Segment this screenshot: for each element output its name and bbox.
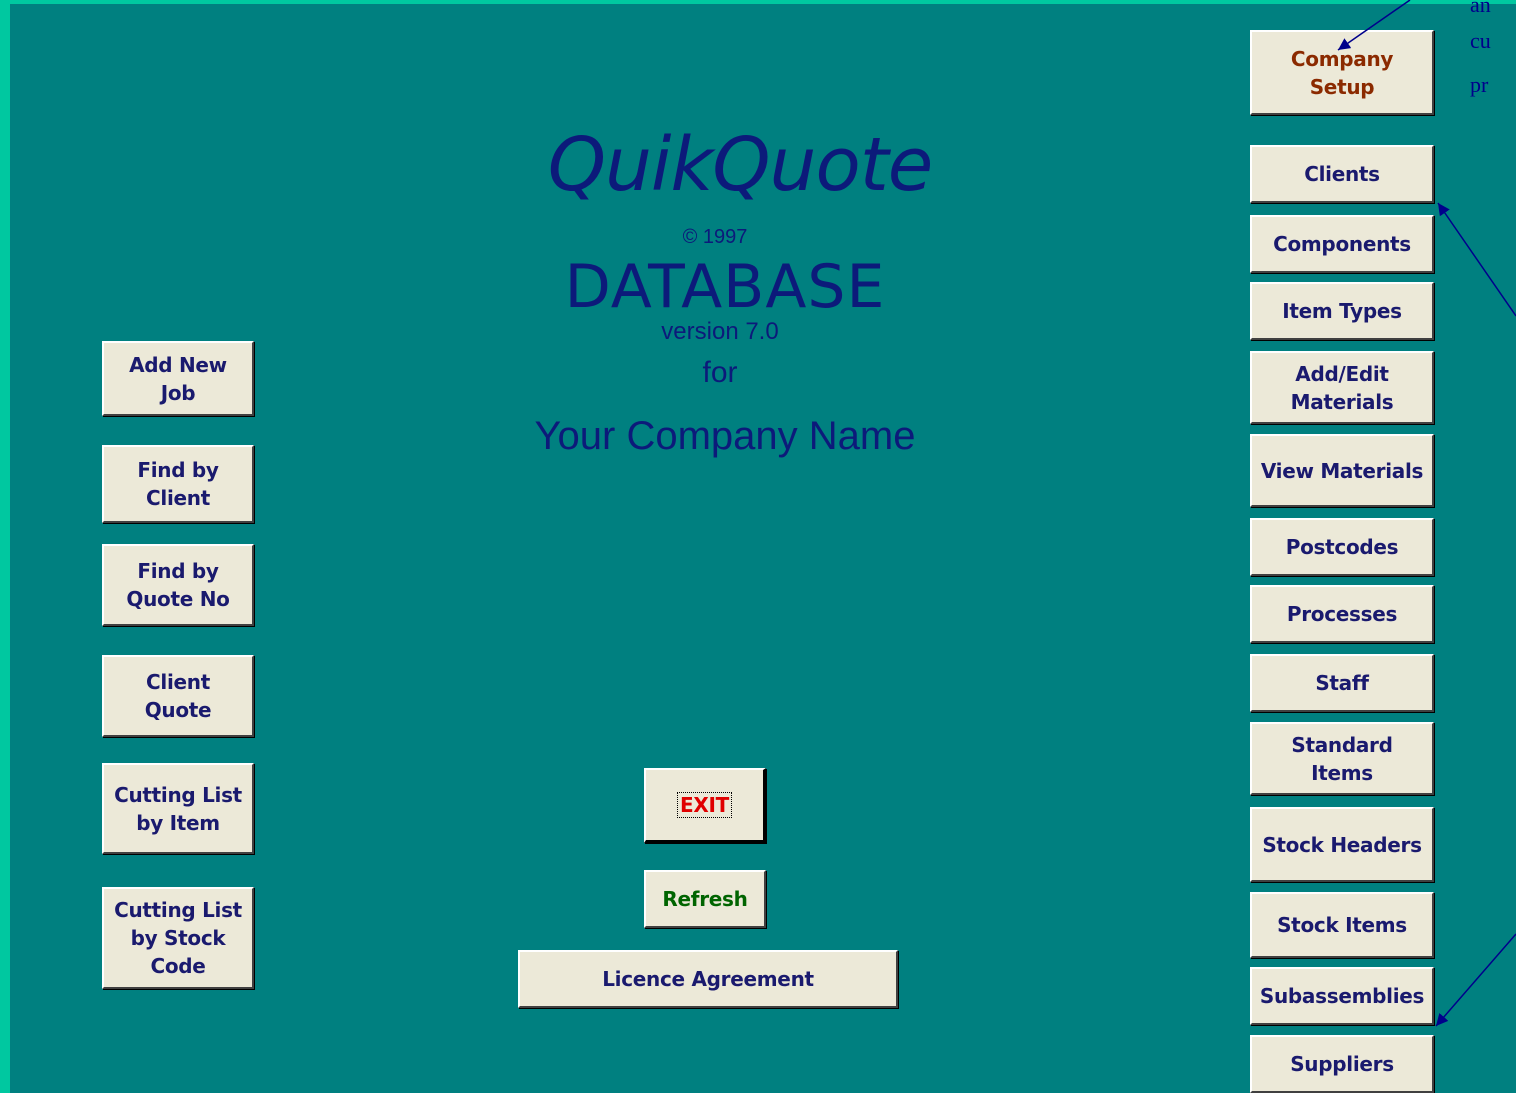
refresh-button[interactable]: Refresh xyxy=(644,870,766,928)
stock-items-label: Stock Items xyxy=(1277,913,1407,937)
annotation-line-3: pr xyxy=(1470,72,1489,97)
find-by-quote-no-button[interactable]: Find by Quote No xyxy=(102,544,254,626)
staff-button[interactable]: Staff xyxy=(1250,654,1434,712)
standard-items-button[interactable]: Standard Items xyxy=(1250,722,1434,795)
clients-label: Clients xyxy=(1304,162,1380,186)
licence-agreement-label: Licence Agreement xyxy=(602,967,814,991)
item-types-button[interactable]: Item Types xyxy=(1250,282,1434,340)
processes-button[interactable]: Processes xyxy=(1250,585,1434,643)
company-setup-label: Company Setup xyxy=(1290,46,1394,99)
find-by-quote-no-label: Find by Quote No xyxy=(126,559,230,611)
add-new-job-label: Add New Job xyxy=(129,352,227,405)
suppliers-button[interactable]: Suppliers xyxy=(1250,1035,1434,1093)
licence-agreement-button[interactable]: Licence Agreement xyxy=(518,950,898,1008)
suppliers-label: Suppliers xyxy=(1290,1052,1394,1076)
client-quote-label: Client Quote xyxy=(144,670,212,722)
database-title: DATABASE xyxy=(564,252,886,322)
exit-button[interactable]: EXIT xyxy=(644,768,766,843)
annotation-line-1: an xyxy=(1470,0,1491,17)
clients-button[interactable]: Clients xyxy=(1250,145,1434,203)
view-materials-label: View Materials xyxy=(1260,458,1424,483)
cutting-list-by-item-button[interactable]: Cutting List by Item xyxy=(102,763,254,854)
main-window: QuikQuote © 1997 DATABASE version 7.0 fo… xyxy=(10,4,1516,1093)
subassemblies-button[interactable]: Subassemblies xyxy=(1250,967,1434,1025)
subassemblies-label: Subassemblies xyxy=(1259,984,1425,1008)
stock-headers-button[interactable]: Stock Headers xyxy=(1250,807,1434,882)
cutting-list-by-stock-code-button[interactable]: Cutting List by Stock Code xyxy=(102,887,254,989)
postcodes-button[interactable]: Postcodes xyxy=(1250,518,1434,576)
components-button[interactable]: Components xyxy=(1250,215,1434,273)
find-by-client-label: Find by Client xyxy=(137,458,219,510)
copyright-text: © 1997 xyxy=(682,226,748,248)
cutting-list-by-item-label: Cutting List by Item xyxy=(114,782,242,835)
company-setup-button[interactable]: Company Setup xyxy=(1250,30,1434,115)
add-new-job-button[interactable]: Add New Job xyxy=(102,341,254,416)
refresh-label: Refresh xyxy=(662,887,748,911)
add-edit-materials-label: Add/Edit Materials xyxy=(1290,361,1394,414)
processes-label: Processes xyxy=(1286,602,1398,626)
version-text: version 7.0 xyxy=(661,318,779,345)
stock-items-button[interactable]: Stock Items xyxy=(1250,892,1434,958)
item-types-label: Item Types xyxy=(1282,299,1402,323)
view-materials-button[interactable]: View Materials xyxy=(1250,434,1434,507)
stock-headers-label: Stock Headers xyxy=(1262,832,1422,857)
exit-label: EXIT xyxy=(677,792,732,818)
components-label: Components xyxy=(1273,232,1411,256)
postcodes-label: Postcodes xyxy=(1285,535,1399,559)
add-edit-materials-button[interactable]: Add/Edit Materials xyxy=(1250,351,1434,424)
standard-items-label: Standard Items xyxy=(1291,732,1393,785)
app-logo-title: QuikQuote xyxy=(547,122,934,208)
staff-label: Staff xyxy=(1315,671,1369,695)
annotation-line-2: cu xyxy=(1470,28,1491,53)
find-by-client-button[interactable]: Find by Client xyxy=(102,445,254,523)
cutting-list-by-stock-code-label: Cutting List by Stock Code xyxy=(114,898,242,978)
for-text: for xyxy=(702,356,738,389)
company-name: Your Company Name xyxy=(534,414,916,458)
client-quote-button[interactable]: Client Quote xyxy=(102,655,254,737)
